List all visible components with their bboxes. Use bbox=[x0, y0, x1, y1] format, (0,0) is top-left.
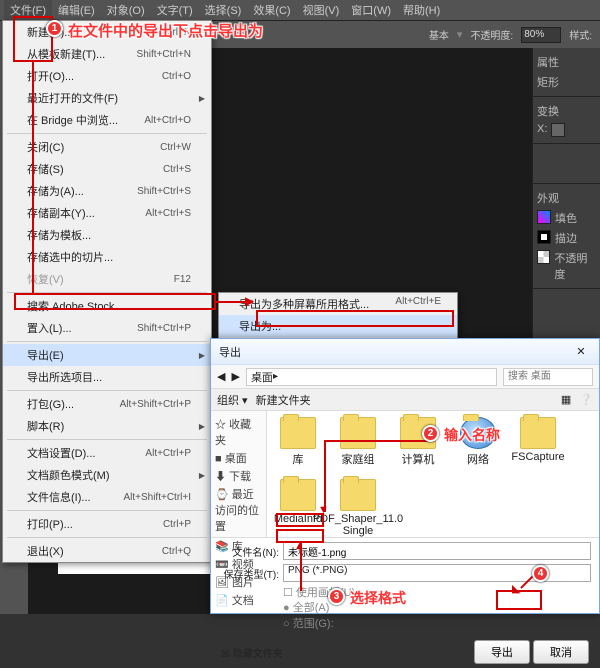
dialog-titlebar: 导出 ✕ bbox=[211, 339, 599, 365]
appearance-title: 外观 bbox=[537, 193, 559, 205]
fill-swatch[interactable] bbox=[537, 210, 551, 224]
folder-item[interactable]: 库 bbox=[273, 417, 323, 467]
redbox-filename bbox=[276, 513, 324, 527]
all-radio[interactable]: ● 全部(A) bbox=[283, 601, 591, 616]
menu-item[interactable]: 存储为(A)...Shift+Ctrl+S bbox=[3, 180, 211, 202]
menu-item[interactable]: 文件信息(I)...Alt+Shift+Ctrl+I bbox=[3, 486, 211, 508]
menu-item[interactable]: 打开(O)...Ctrl+O bbox=[3, 65, 211, 87]
folder-item[interactable]: 家庭组 bbox=[333, 417, 383, 467]
arrow-2h bbox=[324, 440, 434, 442]
redbox-filetype bbox=[276, 529, 324, 543]
menu-select[interactable]: 选择(S) bbox=[199, 0, 248, 20]
redbox-export bbox=[14, 293, 216, 310]
redbox-file bbox=[13, 16, 53, 62]
menu-item[interactable]: 置入(L)...Shift+Ctrl+P bbox=[3, 317, 211, 339]
menu-item[interactable]: 最近打开的文件(F) bbox=[3, 87, 211, 109]
menu-item[interactable]: 恢复(V)F12 bbox=[3, 268, 211, 290]
menu-window[interactable]: 窗口(W) bbox=[345, 0, 397, 20]
menu-item[interactable]: 在 Bridge 中浏览...Alt+Ctrl+O bbox=[3, 109, 211, 131]
menu-item[interactable]: 存储为模板... bbox=[3, 224, 211, 246]
menubar: 文件(F) 编辑(E) 对象(O) 文字(T) 选择(S) 效果(C) 视图(V… bbox=[0, 0, 600, 20]
folder-item[interactable]: 网络 bbox=[453, 417, 503, 467]
menu-item[interactable]: 导出(E) bbox=[3, 344, 211, 366]
menu-item[interactable]: 打印(P)...Ctrl+P bbox=[3, 513, 211, 535]
hide-folders[interactable]: ☒ 隐藏文件夹 bbox=[221, 645, 283, 660]
x-label: X: bbox=[537, 123, 547, 137]
opacity-row-label: 不透明度 bbox=[554, 250, 596, 282]
newfolder-btn[interactable]: 新建文件夹 bbox=[256, 392, 311, 408]
menu-object[interactable]: 对象(O) bbox=[101, 0, 151, 20]
filename-input[interactable] bbox=[283, 542, 591, 560]
menu-item[interactable]: 脚本(R) bbox=[3, 415, 211, 437]
x-field[interactable] bbox=[551, 123, 565, 137]
folder-item[interactable]: 计算机 bbox=[393, 417, 443, 467]
sidebar-item[interactable]: ⌚ 最近访问的位置 bbox=[215, 485, 262, 535]
use-artboard-check[interactable]: ☐ 使用画板(U) bbox=[283, 586, 591, 601]
dialog-toolbar: 组织 ▾ 新建文件夹 ▦ ❔ bbox=[211, 389, 599, 411]
sidebar-item[interactable]: 📄 文档 bbox=[215, 591, 262, 609]
fwd-icon[interactable]: ▶ bbox=[231, 370, 239, 383]
style-label: 样式: bbox=[569, 27, 592, 42]
sidebar-item[interactable]: ■ 桌面 bbox=[215, 449, 262, 467]
menu-help[interactable]: 帮助(H) bbox=[397, 0, 446, 20]
menu-item[interactable]: 存储副本(Y)...Alt+Ctrl+S bbox=[3, 202, 211, 224]
sidebar-item[interactable]: ⬇ 下载 bbox=[215, 467, 262, 485]
arrow-2v bbox=[324, 440, 326, 512]
arrow-1h bbox=[216, 301, 252, 303]
menu-type[interactable]: 文字(T) bbox=[151, 0, 199, 20]
menu-item[interactable]: 文档设置(D)...Alt+Ctrl+P bbox=[3, 442, 211, 464]
menu-effect[interactable]: 效果(C) bbox=[247, 0, 296, 20]
dialog-nav: ◀ ▶ 桌面 ▸ bbox=[211, 365, 599, 389]
arrow-3v bbox=[300, 543, 302, 591]
redbox-exportbtn bbox=[496, 590, 542, 610]
redbox-exportas bbox=[256, 310, 454, 327]
dialog-sidebar[interactable]: ☆ 收藏夹■ 桌面⬇ 下载⌚ 最近访问的位置📚 库📼 视频🖼 图片📄 文档 bbox=[211, 411, 267, 537]
menu-item[interactable]: 打包(G)...Alt+Shift+Ctrl+P bbox=[3, 393, 211, 415]
menu-item[interactable]: 存储(S)Ctrl+S bbox=[3, 158, 211, 180]
organize-menu[interactable]: 组织 ▾ bbox=[217, 392, 248, 408]
filename-label: 文件名(N): bbox=[219, 544, 279, 559]
opacity-swatch[interactable] bbox=[537, 250, 550, 264]
filetype-label: 保存类型(T): bbox=[219, 566, 279, 581]
stroke-swatch[interactable] bbox=[537, 230, 551, 244]
sidebar-item[interactable]: ☆ 收藏夹 bbox=[215, 415, 262, 449]
menu-item[interactable]: 文档颜色模式(M) bbox=[3, 464, 211, 486]
menu-item[interactable]: 退出(X)Ctrl+Q bbox=[3, 540, 211, 562]
export-button[interactable]: 导出 bbox=[474, 640, 530, 664]
fill-label: 填色 bbox=[555, 210, 577, 226]
menu-item[interactable]: 导出所选项目... bbox=[3, 366, 211, 388]
menu-view[interactable]: 视图(V) bbox=[297, 0, 346, 20]
opacity-label: 不透明度: bbox=[470, 27, 513, 42]
menu-item[interactable]: 存储选中的切片... bbox=[3, 246, 211, 268]
folder-item[interactable]: PDF_Shaper_11.0 Single bbox=[333, 479, 383, 537]
shape-type: 矩形 bbox=[537, 74, 596, 90]
menu-item[interactable]: 关闭(C)Ctrl+W bbox=[3, 136, 211, 158]
stroke-label: 描边 bbox=[555, 230, 577, 246]
breadcrumb[interactable]: 桌面 ▸ bbox=[246, 368, 497, 386]
props-title: 属性 bbox=[537, 57, 559, 69]
back-icon[interactable]: ◀ bbox=[217, 370, 225, 383]
close-icon[interactable]: ✕ bbox=[571, 345, 591, 358]
opacity-input[interactable] bbox=[521, 27, 561, 43]
range-radio[interactable]: ○ 范围(G): bbox=[283, 617, 591, 632]
help-icon[interactable]: ❔ bbox=[579, 393, 593, 406]
dialog-title: 导出 bbox=[219, 344, 241, 360]
menu-edit[interactable]: 编辑(E) bbox=[52, 0, 101, 20]
filetype-select[interactable]: PNG (*.PNG) bbox=[283, 564, 591, 582]
basic-style[interactable]: 基本 bbox=[429, 27, 449, 42]
arrow-1v bbox=[32, 62, 34, 295]
folder-item[interactable]: FSCapture bbox=[513, 417, 563, 467]
view-icon[interactable]: ▦ bbox=[561, 393, 571, 406]
cancel-button[interactable]: 取消 bbox=[533, 640, 589, 664]
transform-title: 变换 bbox=[537, 106, 559, 118]
export-dialog: 导出 ✕ ◀ ▶ 桌面 ▸ 组织 ▾ 新建文件夹 ▦ ❔ ☆ 收藏夹■ 桌面⬇ … bbox=[210, 338, 600, 614]
search-input[interactable] bbox=[503, 368, 593, 386]
